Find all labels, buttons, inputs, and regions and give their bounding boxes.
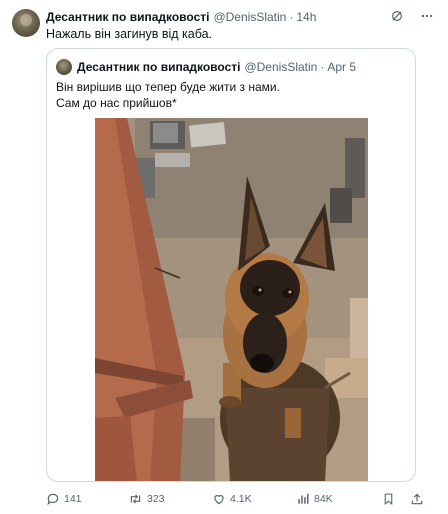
timestamp[interactable]: 14h xyxy=(296,10,316,24)
like-button[interactable]: 4.1K xyxy=(212,492,252,506)
quote-date: Apr 5 xyxy=(327,60,357,74)
quote-text: Він вирішив що тепер буде жити з нами. С… xyxy=(56,79,280,111)
quote-text-line: Він вирішив що тепер буде жити з нами. xyxy=(56,80,280,94)
tweet-text: Нажаль він загинув від каба. xyxy=(46,27,213,41)
quote-avatar[interactable] xyxy=(56,59,72,75)
bookmark-button[interactable] xyxy=(382,492,395,506)
reply-count: 141 xyxy=(64,493,82,505)
repost-count: 323 xyxy=(147,493,165,505)
tweet-header: Десантник по випадковості @DenisSlatin ·… xyxy=(46,9,436,25)
quoted-tweet[interactable]: Десантник по випадковості @DenisSlatin ·… xyxy=(46,48,416,482)
views-icon xyxy=(298,493,309,504)
quote-header: Десантник по випадковості @DenisSlatin ·… xyxy=(77,59,356,75)
separator-dot: · xyxy=(289,10,294,24)
views-count: 84K xyxy=(314,493,333,505)
dog-photo[interactable] xyxy=(95,118,368,482)
repost-button[interactable]: 323 xyxy=(128,492,165,506)
reply-icon xyxy=(47,493,59,506)
tweet[interactable]: Десантник по випадковості @DenisSlatin ·… xyxy=(0,0,448,514)
views-button[interactable]: 84K xyxy=(296,492,333,506)
repost-icon xyxy=(130,494,141,504)
header-icons xyxy=(390,9,434,23)
reply-button[interactable]: 141 xyxy=(46,492,82,506)
share-button[interactable] xyxy=(410,492,424,506)
quote-text-line: Сам до нас прийшов* xyxy=(56,96,177,110)
more-icon[interactable] xyxy=(420,9,434,23)
action-bar: 141 323 4.1K 84K xyxy=(46,490,436,508)
share-icon xyxy=(411,493,423,505)
quote-author-name: Десантник по випадковості xyxy=(77,60,241,74)
quote-author-handle: @DenisSlatin xyxy=(244,60,318,74)
like-count: 4.1K xyxy=(230,493,252,505)
bookmark-icon xyxy=(384,493,393,506)
author-name[interactable]: Десантник по випадковості xyxy=(46,10,209,24)
author-handle[interactable]: @DenisSlatin xyxy=(213,10,286,24)
heart-icon xyxy=(214,495,224,505)
grok-icon[interactable] xyxy=(390,9,404,23)
avatar[interactable] xyxy=(12,9,40,37)
quote-separator-dot: · xyxy=(320,60,325,74)
